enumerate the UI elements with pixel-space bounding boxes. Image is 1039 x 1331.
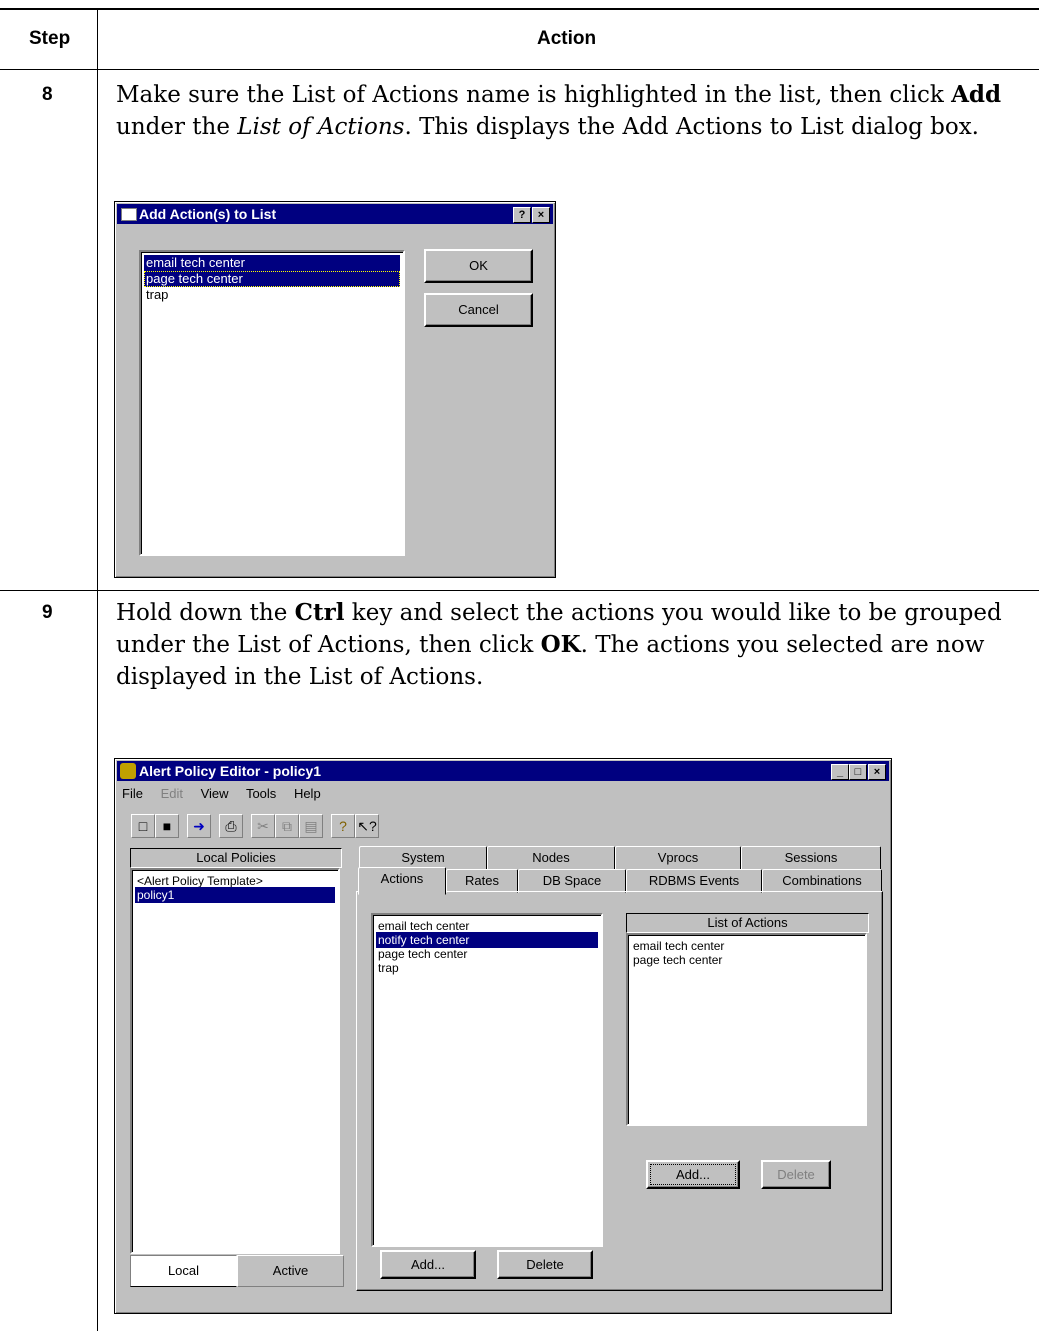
dialog-title: Add Action(s) to List (139, 206, 277, 222)
context-help-icon[interactable]: ↖? (355, 814, 379, 838)
add-list-action-button[interactable]: Add... (646, 1160, 740, 1189)
minimize-icon[interactable]: _ (831, 764, 849, 780)
menu-bar: File Edit View Tools Help (122, 786, 335, 801)
menu-edit[interactable]: Edit (161, 786, 183, 801)
action-column-header: Action (537, 28, 597, 49)
alert-policy-editor-window: Alert Policy Editor - policy1 _ □ × File… (114, 758, 892, 1314)
delete-label: Delete (777, 1167, 815, 1182)
local-tab-label: Local (167, 1263, 200, 1278)
new-icon[interactable]: □ (131, 814, 155, 838)
add-actions-dialog: Add Action(s) to List ? × email tech cen… (114, 201, 556, 578)
step-number: 8 (42, 84, 53, 105)
delete-list-action-button[interactable]: Delete (761, 1160, 831, 1189)
menu-view[interactable]: View (201, 786, 229, 801)
arrow-right-icon[interactable]: ➜ (187, 814, 211, 838)
ok-label: OK (469, 258, 488, 273)
maximize-icon[interactable]: □ (849, 764, 867, 780)
save-icon[interactable]: ■ (155, 814, 179, 838)
tab-nodes[interactable]: Nodes (487, 846, 615, 870)
tab-combinations[interactable]: Combinations (762, 869, 882, 893)
tab-active[interactable]: Active (237, 1255, 344, 1287)
toolbar: □ ■ ➜ ⎙ ✂ ⧉ ▤ ? ↖? (131, 814, 431, 838)
editor-title: Alert Policy Editor - policy1 (139, 763, 322, 779)
tab-db-space[interactable]: DB Space (518, 869, 626, 893)
actions-listbox[interactable]: email tech center page tech center trap (139, 250, 405, 556)
print-icon[interactable]: ⎙ (219, 814, 243, 838)
menu-help[interactable]: Help (294, 786, 321, 801)
cancel-label: Cancel (458, 302, 499, 317)
step-column-header: Step (29, 28, 71, 49)
row8-bottom-rule (0, 590, 1039, 591)
tab-actions[interactable]: Actions (358, 867, 446, 895)
add-label: Add... (676, 1167, 710, 1182)
list-of-actions-listbox[interactable]: email tech center page tech center (626, 933, 867, 1126)
tab-sessions[interactable]: Sessions (741, 846, 881, 870)
step-number: 9 (42, 602, 53, 623)
list-of-actions-header: List of Actions (626, 913, 869, 933)
paste-icon[interactable]: ▤ (299, 814, 323, 838)
column-divider (97, 8, 98, 1331)
active-tab-label: Active (272, 1263, 309, 1278)
step-instruction: Hold down the Ctrl key and select the ac… (116, 599, 1002, 690)
close-icon[interactable]: × (532, 207, 550, 223)
dialog-app-icon (121, 208, 137, 221)
actions-tab-page: email tech center notify tech center pag… (356, 891, 883, 1291)
actions-listbox[interactable]: email tech center notify tech center pag… (371, 913, 603, 1247)
tab-local[interactable]: Local (130, 1255, 237, 1287)
local-policies-header: Local Policies (130, 848, 342, 868)
policies-listbox[interactable]: <Alert Policy Template> policy1 (130, 868, 340, 1254)
menu-file[interactable]: File (122, 786, 143, 801)
list-item[interactable]: trap (144, 287, 400, 303)
list-item[interactable]: email tech center (144, 255, 400, 271)
table-top-rule (0, 8, 1039, 10)
list-item[interactable]: page tech center (631, 952, 862, 968)
cut-icon[interactable]: ✂ (251, 814, 275, 838)
cancel-button[interactable]: Cancel (424, 293, 533, 327)
step-instruction: Make sure the List of Actions name is hi… (116, 81, 1002, 140)
tab-rates[interactable]: Rates (446, 869, 518, 893)
list-item[interactable]: page tech center (144, 271, 400, 287)
help-icon[interactable]: ? (513, 207, 531, 223)
header-bottom-rule (0, 69, 1039, 70)
menu-tools[interactable]: Tools (246, 786, 276, 801)
ok-button[interactable]: OK (424, 249, 533, 283)
delete-action-button[interactable]: Delete (497, 1250, 593, 1279)
delete-label: Delete (526, 1257, 564, 1272)
tab-vprocs[interactable]: Vprocs (615, 846, 741, 870)
app-icon (120, 763, 136, 779)
list-item[interactable]: policy1 (135, 887, 335, 903)
editor-title-bar: Alert Policy Editor - policy1 _ □ × (117, 761, 889, 781)
add-label: Add... (411, 1257, 445, 1272)
add-action-button[interactable]: Add... (380, 1250, 476, 1279)
tab-rdbms-events[interactable]: RDBMS Events (626, 869, 762, 893)
dialog-title-bar: Add Action(s) to List ? × (117, 204, 553, 224)
close-icon[interactable]: × (868, 764, 886, 780)
help-icon[interactable]: ? (331, 814, 355, 838)
list-item[interactable]: trap (376, 960, 598, 976)
copy-icon[interactable]: ⧉ (275, 814, 299, 838)
